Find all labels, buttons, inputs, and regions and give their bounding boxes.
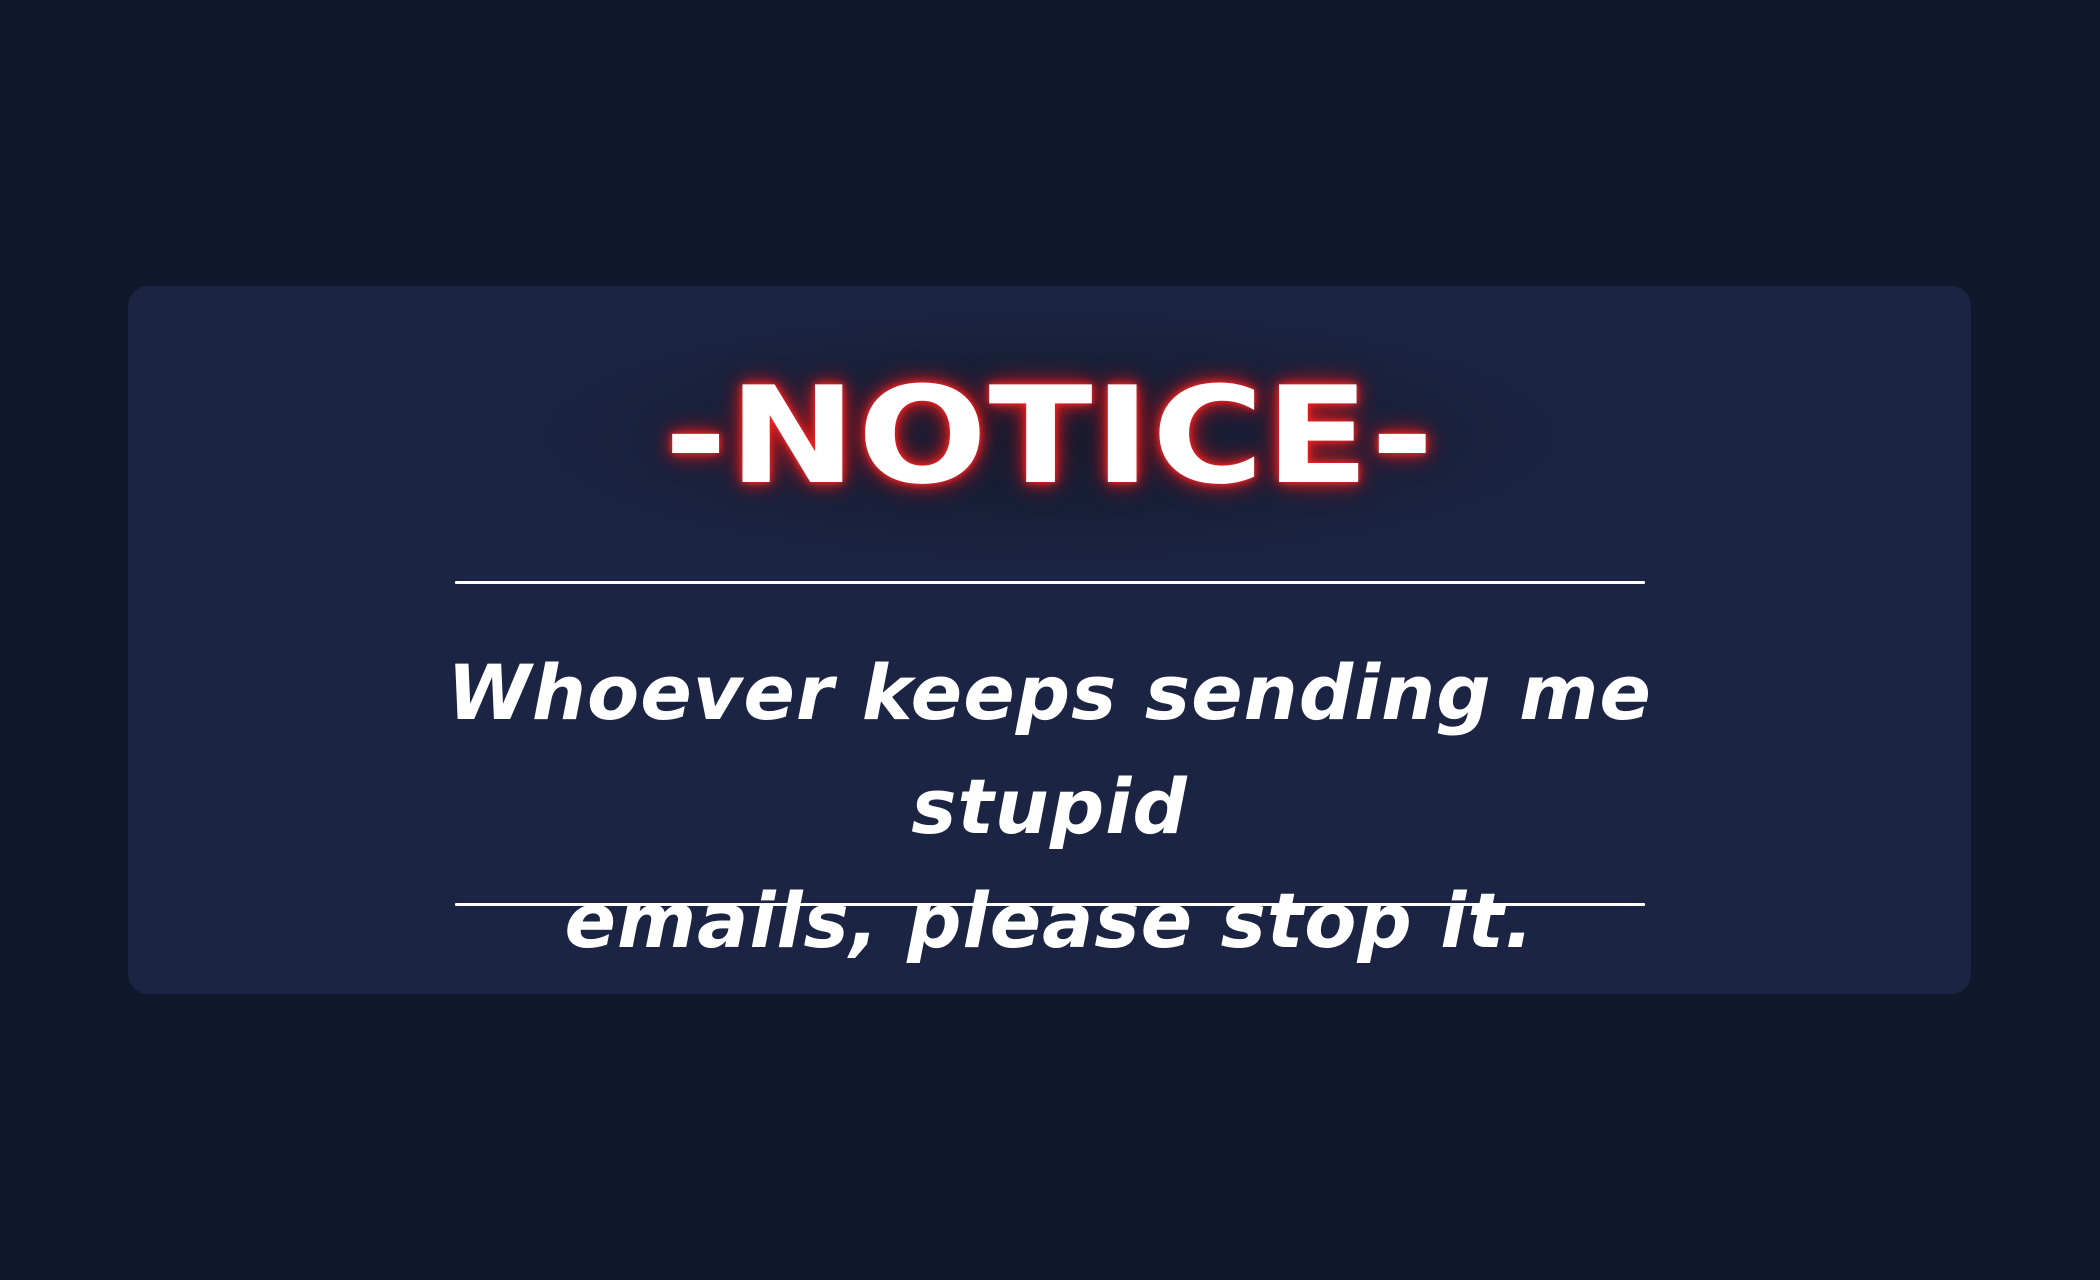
notice-card: -NOTICE- Whoever keeps sending me stupid… xyxy=(128,286,1971,994)
notice-message: Whoever keeps sending me stupid emails, … xyxy=(328,636,1771,978)
message-line-2: emails, please stop it. xyxy=(564,876,1535,965)
notice-title: -NOTICE- xyxy=(663,358,1436,514)
bottom-divider xyxy=(455,903,1645,906)
message-line-1: Whoever keeps sending me stupid xyxy=(447,648,1652,851)
top-divider xyxy=(455,581,1645,584)
